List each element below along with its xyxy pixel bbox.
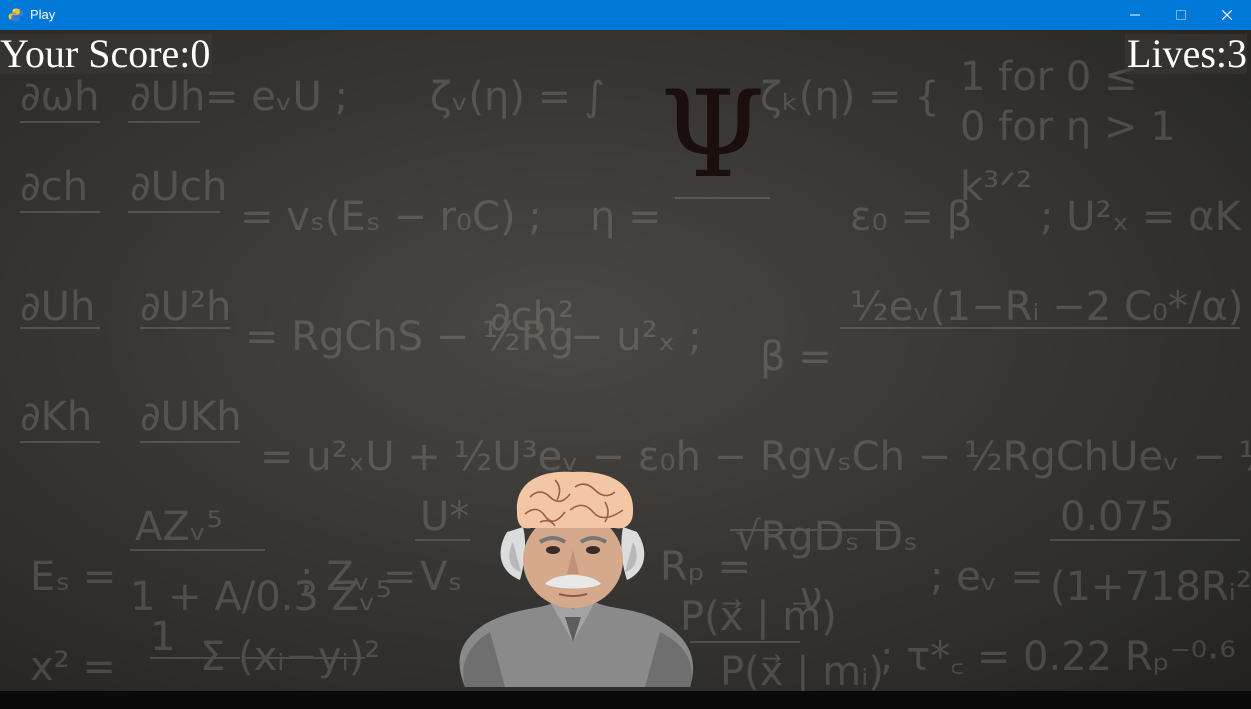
- svg-text:∂Uh: ∂Uh: [20, 284, 95, 330]
- minimize-button[interactable]: [1112, 0, 1158, 30]
- svg-text:= vₛ(Eₛ − r₀C) ;: = vₛ(Eₛ − r₀C) ;: [240, 194, 542, 240]
- svg-text:ζᵥ(η) = ∫: ζᵥ(η) = ∫: [430, 74, 605, 120]
- svg-text:P(x⃗ | mᵢ): P(x⃗ | mᵢ): [720, 649, 884, 691]
- svg-text:Eₛ =: Eₛ =: [30, 554, 116, 600]
- svg-text:P(x⃗ | m⃗): P(x⃗ | m⃗): [680, 594, 837, 640]
- pygame-snake-icon: [8, 7, 24, 23]
- svg-text:; τ*꜀ = 0.22 Rₚ⁻⁰·⁶ + 0: ; τ*꜀ = 0.22 Rₚ⁻⁰·⁶ + 0: [880, 634, 1251, 680]
- svg-text:∂Uh: ∂Uh: [130, 74, 205, 120]
- svg-text:∂ωh: ∂ωh: [20, 74, 100, 120]
- svg-text:− u²ₓ ;: − u²ₓ ;: [570, 314, 702, 360]
- svg-text:0.075: 0.075: [1060, 494, 1175, 540]
- svg-text:∂ch: ∂ch: [20, 164, 88, 210]
- svg-text:½eᵥ(1−Rᵢ −2 C₀*/α) + C₀*: ½eᵥ(1−Rᵢ −2 C₀*/α) + C₀*: [850, 284, 1251, 330]
- svg-text:√RgDₛ Dₛ: √RgDₛ Dₛ: [735, 514, 918, 560]
- svg-text:1: 1: [150, 614, 175, 660]
- minimize-icon: [1130, 14, 1140, 16]
- svg-text:= u²ₓU + ½U³eᵥ − ε₀h − RgvₛCh: = u²ₓU + ½U³eᵥ − ε₀h − RgvₛCh − ½RgChUeᵥ…: [260, 434, 1251, 480]
- svg-text:∂Uch: ∂Uch: [130, 164, 227, 210]
- close-icon: [1222, 10, 1232, 20]
- maximize-button[interactable]: [1158, 0, 1204, 30]
- svg-text:∂ch²: ∂ch²: [490, 294, 574, 340]
- svg-text:1 for 0 ≤: 1 for 0 ≤: [960, 54, 1138, 100]
- svg-text:Σ (xᵢ−yᵢ)²: Σ (xᵢ−yᵢ)²: [200, 634, 380, 680]
- svg-text:η =: η =: [590, 194, 662, 240]
- svg-text:k³ᐟ²: k³ᐟ²: [960, 164, 1032, 210]
- svg-text:; U²ₓ = αK: ; U²ₓ = αK: [1040, 194, 1243, 240]
- svg-text:; Zᵥ =: ; Zᵥ =: [300, 554, 417, 600]
- svg-text:0 for η > 1: 0 for η > 1: [960, 104, 1176, 150]
- game-canvas[interactable]: ∂ωh ∂Uh = eᵥU ; ζᵥ(η) = ∫ ζₖ(η) = {1 for 0 …: [0, 30, 1251, 691]
- svg-text:ε₀ = β: ε₀ = β: [850, 194, 972, 240]
- maximize-icon: [1176, 10, 1186, 20]
- lives-display: Lives:3: [1125, 31, 1247, 76]
- player-einstein-sprite[interactable]: [445, 442, 700, 687]
- falling-psi-symbol: Ψ: [660, 66, 766, 205]
- svg-text:∂UKh: ∂UKh: [140, 394, 242, 440]
- svg-text:AZᵥ⁵: AZᵥ⁵: [135, 504, 222, 550]
- window-title: Play: [30, 7, 56, 22]
- bottom-black-strip: [0, 691, 1251, 709]
- score-display: Your Score:0: [0, 31, 213, 76]
- svg-text:∂Kh: ∂Kh: [20, 394, 92, 440]
- svg-text:x² =: x² =: [30, 644, 116, 690]
- svg-text:= eᵥU ;: = eᵥU ;: [205, 74, 348, 120]
- svg-text:β =: β =: [760, 334, 832, 380]
- svg-text:; eᵥ =: ; eᵥ =: [930, 554, 1044, 600]
- svg-text:ζₖ(η) = {: ζₖ(η) = {: [760, 74, 940, 120]
- svg-text:(1+718Rᵢ²·⁴): (1+718Rᵢ²·⁴): [1050, 564, 1251, 610]
- window-titlebar[interactable]: Play: [0, 0, 1251, 30]
- svg-text:∂U²h: ∂U²h: [140, 284, 231, 330]
- close-button[interactable]: [1204, 0, 1250, 30]
